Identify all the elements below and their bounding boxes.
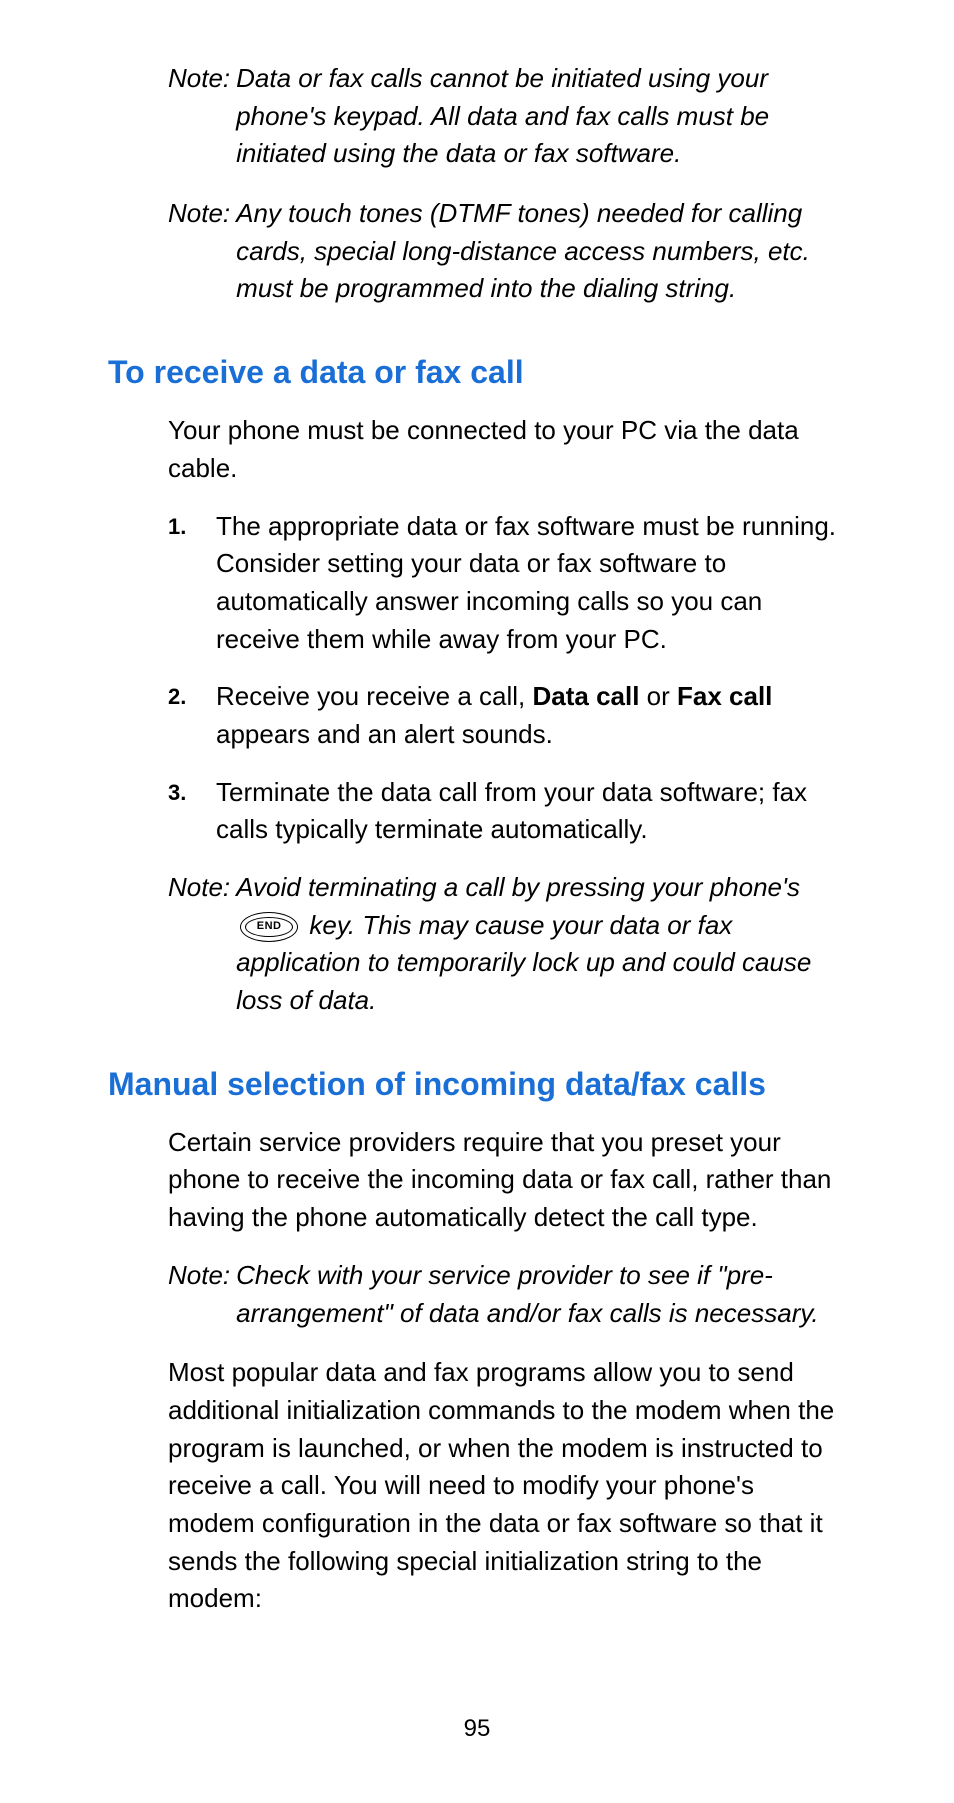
end-key-icon: END	[240, 912, 298, 942]
list-text: Terminate the data call from your data s…	[216, 774, 846, 849]
list-number: 2.	[168, 678, 216, 753]
note-label: Note:	[168, 195, 236, 308]
note-block: Note: Avoid terminating a call by pressi…	[168, 869, 846, 1020]
document-page: Note: Data or fax calls cannot be initia…	[0, 0, 954, 1803]
list-item: 2. Receive you receive a call, Data call…	[168, 678, 846, 753]
bold-text: Fax call	[677, 681, 772, 711]
list-text: Receive you receive a call, Data call or…	[216, 678, 846, 753]
note-label: Note:	[168, 1257, 236, 1332]
note-text: Check with your service provider to see …	[236, 1257, 846, 1332]
list-number: 3.	[168, 774, 216, 849]
list-number: 1.	[168, 508, 216, 659]
page-number: 95	[0, 1715, 954, 1743]
note-block: Note: Data or fax calls cannot be initia…	[168, 60, 846, 173]
list-item: 1. The appropriate data or fax software …	[168, 508, 846, 659]
paragraph: Certain service providers require that y…	[168, 1124, 846, 1237]
section-heading-manual: Manual selection of incoming data/fax ca…	[108, 1064, 846, 1104]
intro-paragraph: Your phone must be connected to your PC …	[168, 412, 846, 487]
section-heading-receive: To receive a data or fax call	[108, 352, 846, 392]
text-span: or	[639, 681, 677, 711]
text-span: appears and an alert sounds.	[216, 719, 553, 749]
text-span: Receive you receive a call,	[216, 681, 532, 711]
text-span: Avoid terminating a call by pressing you…	[236, 872, 800, 902]
list-text: The appropriate data or fax software mus…	[216, 508, 846, 659]
text-span: key. This may cause your data or fax app…	[236, 910, 811, 1015]
note-block: Note: Check with your service provider t…	[168, 1257, 846, 1332]
list-item: 3. Terminate the data call from your dat…	[168, 774, 846, 849]
note-text: Data or fax calls cannot be initiated us…	[236, 60, 846, 173]
note-block: Note: Any touch tones (DTMF tones) neede…	[168, 195, 846, 308]
note-text: Any touch tones (DTMF tones) needed for …	[236, 195, 846, 308]
bold-text: Data call	[532, 681, 639, 711]
end-key-label: END	[241, 919, 297, 935]
note-text: Avoid terminating a call by pressing you…	[236, 869, 846, 1020]
paragraph: Most popular data and fax programs allow…	[168, 1354, 846, 1618]
note-label: Note:	[168, 60, 236, 173]
note-label: Note:	[168, 869, 236, 1020]
